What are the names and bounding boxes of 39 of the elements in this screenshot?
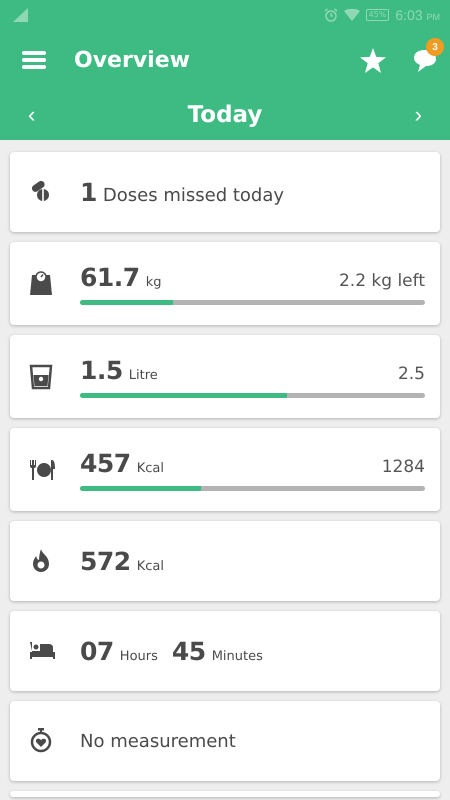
target-label: 2.5	[398, 364, 425, 384]
status-text: No measurement	[80, 730, 236, 752]
favorite-button[interactable]	[360, 48, 386, 72]
menu-icon	[22, 50, 46, 70]
unit-label: kg	[146, 274, 162, 290]
target-label: 2.2 kg left	[338, 270, 425, 290]
scale-icon	[29, 270, 55, 296]
metric-value: 45	[172, 636, 206, 666]
unit-label: Minutes	[212, 648, 263, 664]
unit-label: Doses missed today	[102, 184, 284, 206]
metric-card[interactable]: 572 Kcal	[10, 521, 440, 601]
wifi-icon	[344, 8, 360, 22]
battery-indicator: 45%	[366, 9, 390, 21]
date-label: Today	[188, 102, 262, 128]
unit-label: Litre	[128, 368, 158, 382]
metric-value: 457	[80, 448, 131, 478]
metric-card[interactable]: No measurement	[10, 701, 440, 781]
unit-label: Kcal	[136, 460, 164, 476]
glass-icon	[29, 364, 55, 390]
metric-card[interactable]: 61.7 kg 2.2 kg left	[10, 242, 440, 325]
metric-card[interactable]: 1 Doses missed today	[10, 152, 440, 232]
metric-value: 572	[80, 546, 131, 576]
notification-badge: 3	[426, 38, 444, 56]
screen-title: Overview	[74, 48, 191, 72]
menu-button[interactable]	[22, 50, 46, 70]
status-time: 6:03 PM	[395, 7, 440, 23]
signal-icon	[12, 7, 30, 23]
star-icon	[360, 48, 386, 72]
metric-card[interactable]: 457 Kcal 1284	[10, 428, 440, 511]
unit-label: Kcal	[136, 558, 164, 574]
metric-value: 1	[80, 178, 97, 206]
metric-card[interactable]: 07 Hours 45 Minutes	[10, 611, 440, 691]
metric-card[interactable]: 1.5 Litre 2.5	[10, 335, 440, 418]
alarm-icon	[324, 8, 338, 22]
unit-label: Hours	[120, 648, 158, 664]
metric-value: 1.5	[80, 356, 123, 384]
target-label: 1284	[382, 456, 425, 476]
metric-value: 07	[80, 636, 114, 666]
metric-value: 61.7	[80, 262, 140, 292]
